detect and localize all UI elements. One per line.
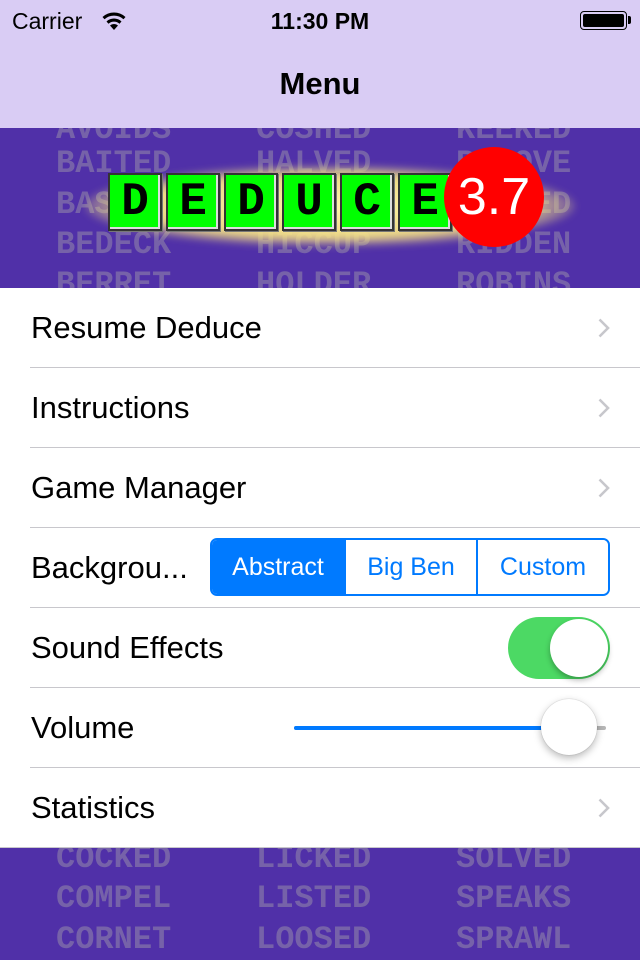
slider-track-min xyxy=(294,726,569,730)
menu-item-resume-deduce[interactable]: Resume Deduce xyxy=(0,288,640,368)
battery-tip xyxy=(628,16,631,24)
volume-label: Volume xyxy=(31,710,135,745)
sound-effects-toggle[interactable] xyxy=(508,617,610,679)
logo-tile: C xyxy=(340,173,394,231)
menu-item-label: Statistics xyxy=(31,790,156,825)
logo-tile: D xyxy=(224,173,278,231)
menu-item-volume: Volume xyxy=(0,688,640,768)
logo-tiles: D E D U C E xyxy=(108,173,452,233)
status-bar: Carrier 11:30 PM xyxy=(0,0,640,40)
deduce-logo: D E D U C E 3.7 xyxy=(0,128,640,288)
menu-item-label: Resume Deduce xyxy=(31,310,262,345)
background-word: CORNET xyxy=(56,921,172,958)
segment-big-ben[interactable]: Big Ben xyxy=(344,540,476,594)
background-word: LOOSED xyxy=(256,921,372,958)
background-word: LISTED xyxy=(256,880,372,917)
chevron-right-icon xyxy=(598,478,610,498)
menu-item-label: Instructions xyxy=(31,390,190,425)
version-badge: 3.7 xyxy=(444,147,544,247)
page-title: Menu xyxy=(279,66,361,101)
sound-effects-label: Sound Effects xyxy=(31,630,224,665)
logo-tile: U xyxy=(282,173,336,231)
chevron-right-icon xyxy=(598,398,610,418)
navigation-bar: Carrier 11:30 PM Menu xyxy=(0,0,640,128)
menu-item-background: Backgrou... Abstract Big Ben Custom xyxy=(0,528,640,608)
volume-slider[interactable] xyxy=(294,699,606,755)
menu-item-game-manager[interactable]: Game Manager xyxy=(0,448,640,528)
segment-abstract[interactable]: Abstract xyxy=(212,540,344,594)
logo-tile: D xyxy=(108,173,162,231)
chevron-right-icon xyxy=(598,318,610,338)
background-word: SPRAWL xyxy=(456,921,572,958)
segment-custom[interactable]: Custom xyxy=(476,540,608,594)
chevron-right-icon xyxy=(598,798,610,818)
menu-item-sound-effects: Sound Effects xyxy=(0,608,640,688)
slider-thumb[interactable] xyxy=(540,699,597,755)
menu-item-statistics[interactable]: Statistics xyxy=(0,768,640,848)
menu-item-instructions[interactable]: Instructions xyxy=(0,368,640,448)
battery-full-icon xyxy=(580,11,627,30)
menu-item-label: Game Manager xyxy=(31,470,247,505)
background-word: SPEAKS xyxy=(456,880,572,917)
toggle-knob xyxy=(550,619,608,677)
logo-tile: E xyxy=(166,173,220,231)
background-segmented-control[interactable]: Abstract Big Ben Custom xyxy=(210,538,610,596)
background-word: COMPEL xyxy=(56,880,172,917)
status-time: 11:30 PM xyxy=(270,8,370,34)
menu-table: Resume Deduce Instructions Game Manager … xyxy=(0,288,640,848)
background-label: Backgrou... xyxy=(31,550,188,585)
